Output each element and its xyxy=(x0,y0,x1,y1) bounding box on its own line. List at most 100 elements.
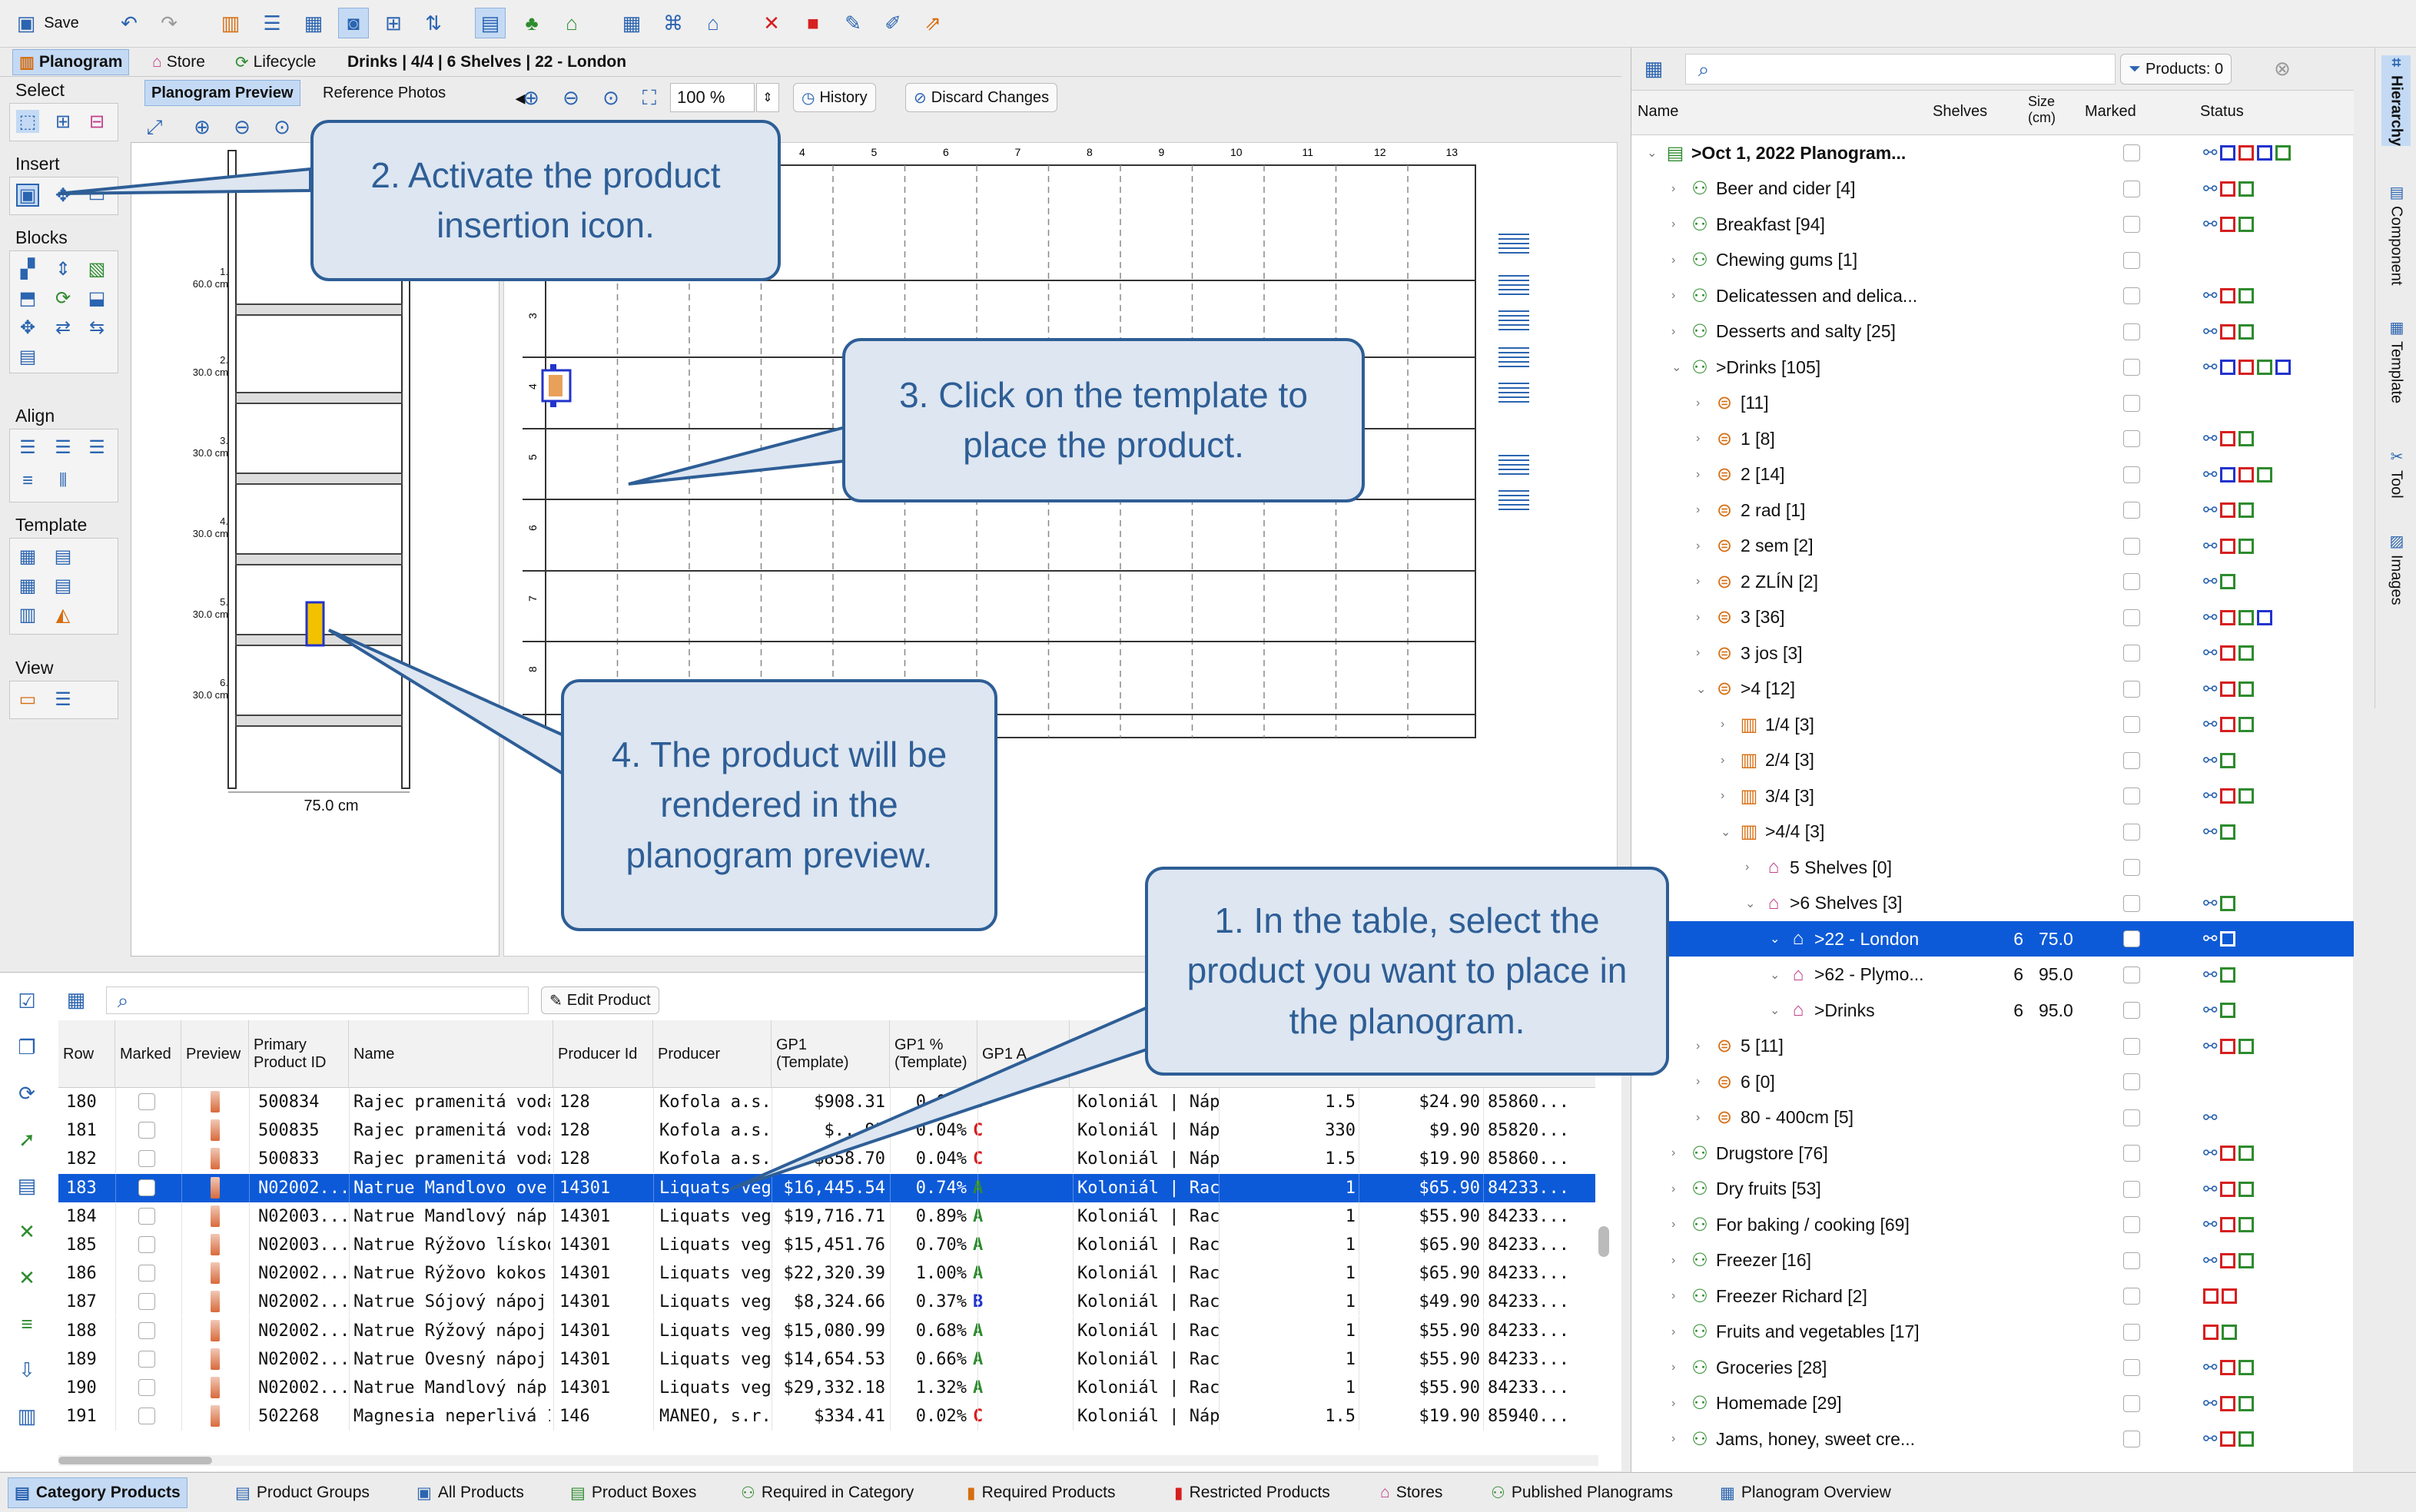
row-marked-checkbox[interactable] xyxy=(138,1265,155,1282)
toolbar-shelves-button[interactable]: ▥ xyxy=(215,8,246,38)
tree-row[interactable]: › ⚇ For baking / cooking [69] ⚯ xyxy=(1631,1207,2354,1242)
shelf-handle-icon[interactable] xyxy=(1498,383,1529,403)
tree-row-marked[interactable] xyxy=(2123,1109,2140,1126)
template-shelves-icon[interactable]: ▤ xyxy=(51,574,75,597)
tree-row[interactable]: › ⚇ Breakfast [94] ⚯ xyxy=(1631,207,2354,242)
block-swap-icon[interactable]: ⇄ xyxy=(51,316,75,339)
fit-page-icon[interactable]: ⛶ xyxy=(636,85,662,111)
tree-row-marked[interactable] xyxy=(2123,1394,2140,1412)
chevron-right-icon[interactable]: › xyxy=(1671,1254,1675,1268)
tree-row[interactable]: › ⊜ 2 ZLÍN [2] ⚯ xyxy=(1631,564,2354,599)
table-row[interactable]: 190 N02002...Natrue Mandlový náp... 14301 L… xyxy=(58,1374,1595,1402)
resize-handle[interactable] xyxy=(550,364,556,370)
table-icon[interactable]: ▦ xyxy=(63,986,89,1013)
align-bottom-icon[interactable]: ≡ xyxy=(16,469,39,492)
edit-product-button[interactable]: ✎ Edit Product xyxy=(541,986,659,1014)
block-cube-icon[interactable]: ▧ xyxy=(85,257,108,280)
tree-row-marked[interactable] xyxy=(2123,466,2140,483)
table-col-header[interactable]: Primary Product ID xyxy=(249,1020,349,1088)
tree-row-marked[interactable] xyxy=(2123,180,2140,197)
tree-row-marked[interactable] xyxy=(2123,716,2140,733)
tree-row[interactable]: › ⚇ Dry fruits [53] ⚯ xyxy=(1631,1172,2354,1207)
toolbar-export-button[interactable]: ⇗ xyxy=(918,8,948,38)
chevron-right-icon[interactable]: › xyxy=(1671,182,1675,196)
block-stack-icon[interactable]: ▤ xyxy=(16,345,39,368)
tree-row-marked[interactable] xyxy=(2123,608,2140,626)
table-col-header[interactable]: GP1 A xyxy=(977,1020,1070,1088)
tree-row-marked[interactable] xyxy=(2123,251,2140,269)
tab-lifecycle[interactable]: ⟳ Lifecycle xyxy=(229,49,322,75)
align-left-icon[interactable]: ☰ xyxy=(16,436,39,459)
table-row[interactable]: 180 500834 Rajec pramenitá voda... 128 Kofol… xyxy=(58,1088,1595,1116)
tree-row[interactable]: › ⚇ Jams, honey, sweet cre... ⚯ xyxy=(1631,1421,2354,1457)
row-marked-checkbox[interactable] xyxy=(138,1350,155,1368)
col-name[interactable]: Name xyxy=(1638,103,1678,121)
select-area-icon[interactable]: ⊞ xyxy=(51,110,75,133)
chevron-right-icon[interactable]: › xyxy=(1696,1040,1700,1053)
zoom-out-icon[interactable]: ⊖ xyxy=(229,114,255,140)
chevron-right-icon[interactable]: › xyxy=(1671,1361,1675,1374)
tab-store[interactable]: ⌂ Store xyxy=(146,49,211,75)
toolbar-table-button[interactable]: ▦ xyxy=(616,8,647,38)
toolbar-columns-button[interactable]: ▦ xyxy=(298,8,329,38)
tree-row-marked[interactable] xyxy=(2123,859,2140,876)
table-col-header[interactable]: Name xyxy=(349,1020,553,1088)
table-search-input[interactable]: ⌕ xyxy=(106,986,529,1014)
chevron-right-icon[interactable]: › xyxy=(1671,325,1675,339)
table-icon[interactable]: ▦ xyxy=(1641,55,1667,81)
tree-row-marked[interactable] xyxy=(2123,1002,2140,1019)
toolbar-rows-button[interactable]: ☰ xyxy=(257,8,287,38)
row-marked-checkbox[interactable] xyxy=(138,1379,155,1396)
chevron-right-icon[interactable]: › xyxy=(1671,1325,1675,1339)
chevron-right-icon[interactable]: ⌄ xyxy=(1721,824,1731,840)
chevron-right-icon[interactable]: › xyxy=(1696,646,1700,660)
hscroll-thumb[interactable] xyxy=(58,1457,212,1464)
tree-row[interactable]: › ⊜ 80 - 400cm [5] ⚯ xyxy=(1631,1100,2354,1136)
clear-filter-icon[interactable]: ⊗ xyxy=(2269,55,2295,81)
tree-row-marked[interactable] xyxy=(2123,287,2140,304)
tree-row[interactable]: › ⌂ 5 Shelves [0] xyxy=(1631,850,2354,885)
col-marked[interactable]: Marked xyxy=(2085,103,2136,121)
block-grid-icon[interactable]: ▞ xyxy=(16,257,39,280)
row-marked-checkbox[interactable] xyxy=(138,1293,155,1311)
chevron-right-icon[interactable]: › xyxy=(1671,1182,1675,1196)
chevron-right-icon[interactable]: › xyxy=(1696,468,1700,482)
table-row[interactable]: 191 502268 Magnesia neperlivá 1,... 146 MANE… xyxy=(58,1402,1595,1431)
row-marked-checkbox[interactable] xyxy=(138,1207,155,1225)
bottom-tab-product-groups[interactable]: ▤ Product Groups xyxy=(229,1477,376,1508)
align-vertical-icon[interactable]: ⦀ xyxy=(51,469,75,492)
block-split-icon[interactable]: ⬒ xyxy=(16,287,39,310)
toolbar-measure-button[interactable]: ⊞ xyxy=(378,8,409,38)
chevron-right-icon[interactable]: › xyxy=(1671,254,1675,267)
tree-row[interactable]: ⌄ ⌂ >Drinks 6 95.0 ⚯ xyxy=(1631,993,2354,1028)
chevron-right-icon[interactable]: › xyxy=(1696,396,1700,410)
zoom-stepper[interactable]: ⇕ xyxy=(756,83,779,112)
redo-button[interactable]: ↷ xyxy=(154,8,184,38)
insert-product-icon[interactable]: ▣ xyxy=(16,184,39,207)
toolbar-home-button[interactable]: ⌂ xyxy=(698,8,728,38)
tree-row-marked[interactable] xyxy=(2123,502,2140,519)
toolbar-store-button[interactable]: ⌂ xyxy=(556,8,587,38)
tab-reference-photos[interactable]: Reference Photos xyxy=(317,80,452,106)
row-marked-checkbox[interactable] xyxy=(138,1408,155,1425)
select-product-icon[interactable]: ⊟ xyxy=(85,110,108,133)
table-row[interactable]: 189 N02002...Natrue Ovesný nápoj ... 14301… xyxy=(58,1345,1595,1374)
chevron-right-icon[interactable]: ⌄ xyxy=(1770,931,1780,947)
table-row[interactable]: 185 N02003...Natrue Rýžovo lískoor... 1430… xyxy=(58,1231,1595,1259)
tree-row-marked[interactable] xyxy=(2123,1288,2140,1305)
block-move-icon[interactable]: ✥ xyxy=(16,316,39,339)
chevron-right-icon[interactable]: ⌄ xyxy=(1671,360,1681,375)
tree-row-marked[interactable] xyxy=(2123,1180,2140,1198)
chevron-right-icon[interactable]: ⌄ xyxy=(1647,145,1657,161)
toolbar-edit-button[interactable]: ✐ xyxy=(878,8,908,38)
shelf-handle-icon[interactable] xyxy=(1498,310,1529,330)
tab-planogram[interactable]: ▥ Planogram xyxy=(12,49,130,75)
tree-row-marked[interactable] xyxy=(2123,1145,2140,1162)
tree-row-marked[interactable] xyxy=(2123,537,2140,555)
col-size[interactable]: Size (cm) xyxy=(2028,94,2056,126)
tree-row[interactable]: › ⊜ 3 [36] ⚯ xyxy=(1631,600,2354,635)
tree-row[interactable]: › ⚇ Groceries [28] ⚯ xyxy=(1631,1350,2354,1385)
history-button[interactable]: ◷ History xyxy=(793,83,876,112)
chevron-right-icon[interactable]: ⌄ xyxy=(1770,1003,1780,1018)
zoom-out-icon[interactable]: ⊖ xyxy=(558,85,584,111)
